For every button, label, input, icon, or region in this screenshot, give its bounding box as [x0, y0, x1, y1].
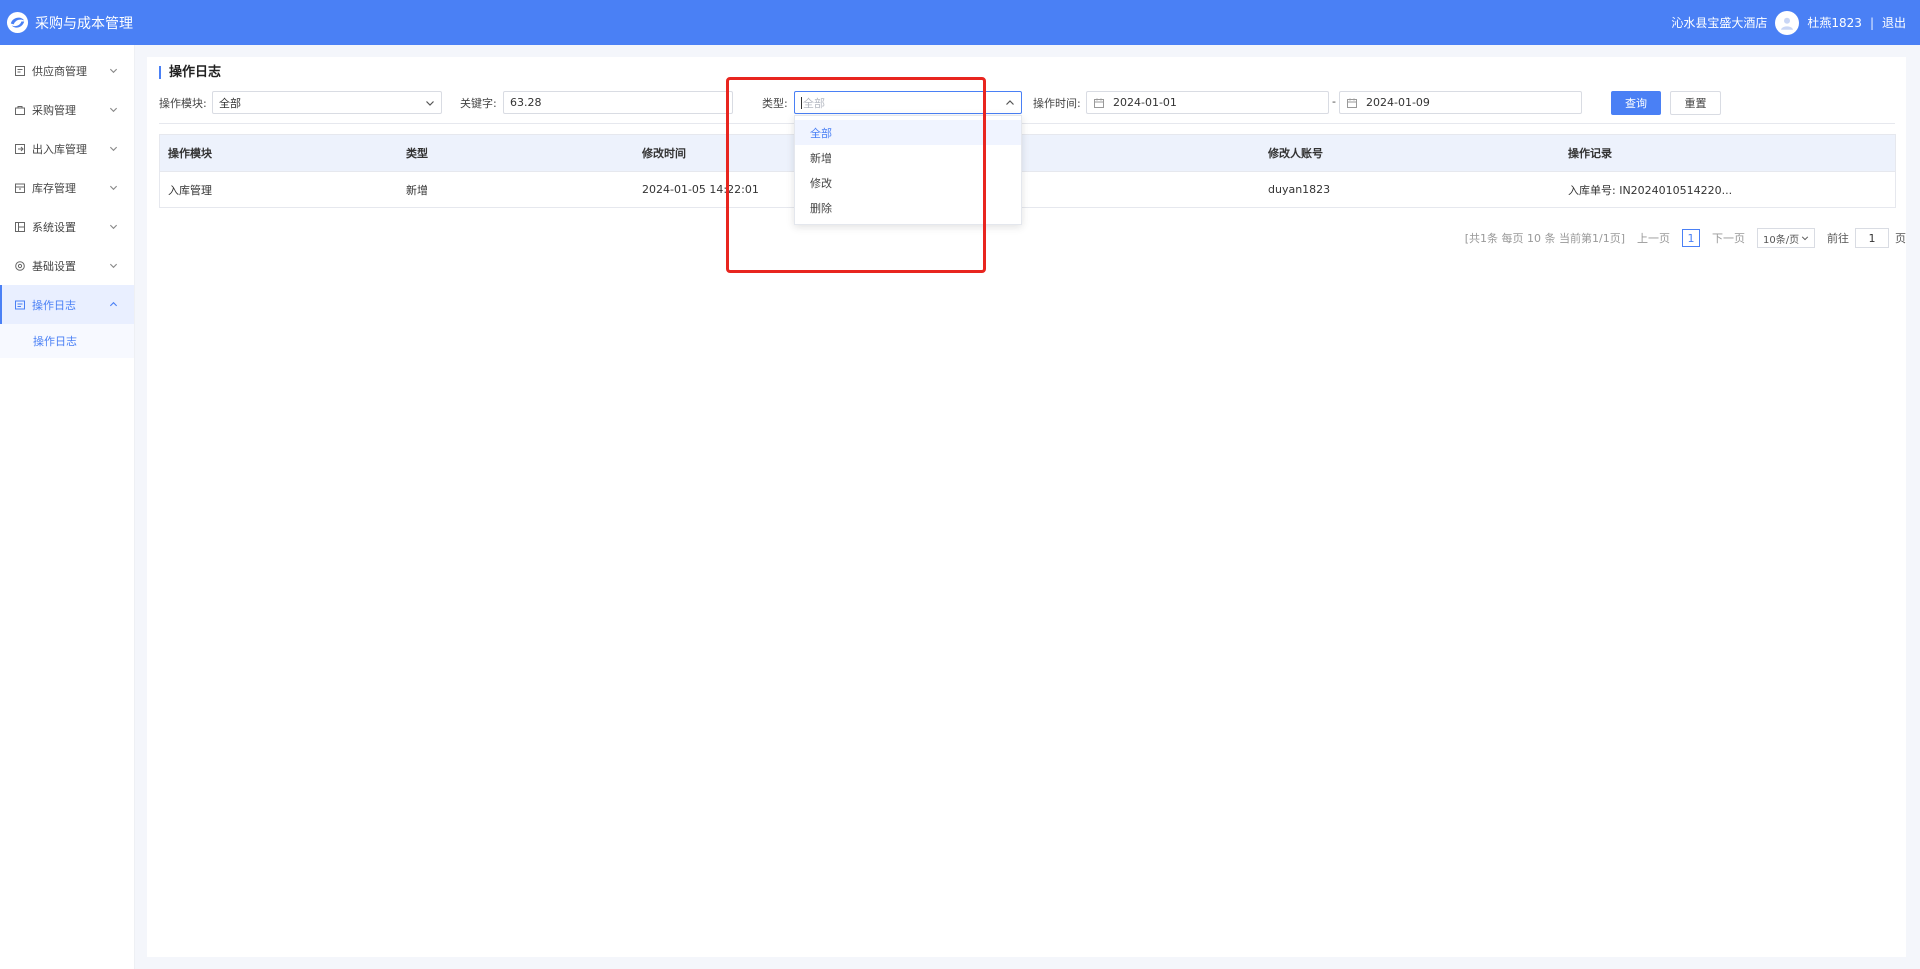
calendar-icon [1093, 97, 1105, 109]
column-header: 类型 [406, 147, 428, 160]
sidebar-item-system-settings[interactable]: 系统设置 [0, 207, 134, 246]
sidebar: 供应商管理 采购管理 出入库管理 库存管理 系统设置 基础设置 操作日志 操作日… [0, 45, 135, 969]
page-size-value: 10条/页 [1763, 234, 1800, 246]
column-header: 操作记录 [1568, 147, 1612, 160]
next-page-button[interactable]: 下一页 [1712, 230, 1745, 246]
app-logo-icon [6, 11, 29, 34]
org-name: 沁水县宝盛大酒店 [1671, 16, 1768, 30]
goto-page: 前往 1 页 [1827, 228, 1906, 248]
type-select[interactable]: 全部 [794, 91, 1022, 114]
reset-button[interactable]: 重置 [1670, 91, 1721, 115]
supplier-icon [14, 65, 26, 77]
brand: 采购与成本管理 [6, 11, 133, 34]
gear-icon [14, 260, 26, 272]
date-start-input[interactable]: 2024-01-01 [1086, 91, 1329, 114]
sidebar-item-label: 供应商管理 [32, 64, 87, 78]
top-header: 采购与成本管理 沁水县宝盛大酒店 杜燕1823 | 退出 [0, 0, 1920, 45]
chevron-up-icon [1005, 98, 1015, 108]
table-cell: 新增 [406, 183, 428, 197]
type-select-placeholder: 全部 [803, 96, 825, 110]
sidebar-item-operation-log[interactable]: 操作日志 [0, 285, 134, 324]
keyword-filter-label: 关键字: [460, 97, 497, 110]
column-header: 修改人账号 [1268, 147, 1323, 160]
logout-link[interactable]: 退出 [1882, 14, 1906, 31]
table-row[interactable]: 入库管理 新增 2024-01-05 14:22:01 3 duyan1823 … [160, 171, 1895, 207]
time-filter-label: 操作时间: [1033, 97, 1081, 110]
main-panel: 操作日志 操作模块: 全部 关键字: 63.28 类型: 全部 操作时间: 20… [147, 57, 1906, 957]
pagination-summary: [共1条 每页 10 条 当前第1/1页] [1464, 232, 1625, 245]
cart-icon [14, 104, 26, 116]
goto-page-input[interactable]: 1 [1855, 228, 1889, 248]
page-title: 操作日志 [159, 66, 221, 79]
sidebar-item-purchase[interactable]: 采购管理 [0, 90, 134, 129]
log-icon [14, 299, 26, 311]
date-start-value: 2024-01-01 [1113, 96, 1177, 109]
table-cell: 入库单号: IN2024010514220... [1568, 183, 1733, 197]
header-separator: | [1869, 15, 1874, 30]
chevron-down-icon [425, 98, 435, 108]
chevron-down-icon [109, 182, 118, 191]
sidebar-subitem-operation-log[interactable]: 操作日志 [0, 324, 134, 358]
sidebar-item-label: 操作日志 [32, 298, 76, 312]
calendar-icon [1346, 97, 1358, 109]
chevron-down-icon [109, 221, 118, 230]
prev-page-button[interactable]: 上一页 [1637, 230, 1670, 246]
settings-panel-icon [14, 221, 26, 233]
column-header: 操作模块 [168, 147, 212, 160]
user-name: 杜燕1823 [1807, 16, 1862, 30]
page-unit-label: 页 [1895, 232, 1906, 245]
query-button[interactable]: 查询 [1611, 91, 1661, 115]
keyword-input-value: 63.28 [510, 96, 542, 109]
chevron-down-icon [109, 143, 118, 152]
filter-divider [159, 123, 1895, 124]
sidebar-item-label: 基础设置 [32, 259, 76, 273]
goto-label: 前往 [1827, 232, 1849, 245]
type-option-add[interactable]: 新增 [795, 145, 1021, 170]
sidebar-item-label: 库存管理 [32, 181, 76, 195]
type-option-modify[interactable]: 修改 [795, 170, 1021, 195]
table-cell: duyan1823 [1268, 183, 1331, 196]
chevron-down-icon [109, 65, 118, 74]
pagination: [共1条 每页 10 条 当前第1/1页] 上一页 1 下一页 10条/页 前往… [1465, 228, 1906, 248]
app-title: 采购与成本管理 [35, 15, 133, 32]
user-area: 沁水县宝盛大酒店 杜燕1823 | 退出 [1671, 10, 1906, 35]
page-size-select[interactable]: 10条/页 [1757, 228, 1815, 248]
module-select[interactable]: 全部 [212, 91, 442, 114]
type-dropdown-menu: 全部 新增 修改 删除 [794, 115, 1022, 225]
date-end-value: 2024-01-09 [1366, 96, 1430, 109]
sidebar-item-label: 出入库管理 [32, 142, 87, 156]
type-option-all[interactable]: 全部 [795, 120, 1021, 145]
keyword-input[interactable]: 63.28 [503, 91, 733, 114]
sidebar-item-label: 采购管理 [32, 103, 76, 117]
sidebar-item-inout[interactable]: 出入库管理 [0, 129, 134, 168]
table-cell: 入库管理 [168, 183, 212, 197]
avatar[interactable] [1775, 10, 1800, 35]
page-number-button[interactable]: 1 [1682, 229, 1700, 247]
table-header: 操作模块 类型 修改时间 修改人账号 操作记录 [160, 135, 1895, 171]
inventory-icon [14, 182, 26, 194]
date-end-input[interactable]: 2024-01-09 [1339, 91, 1582, 114]
type-option-delete[interactable]: 删除 [795, 195, 1021, 220]
type-filter-label: 类型: [762, 97, 788, 110]
inout-icon [14, 143, 26, 155]
chevron-down-icon [1801, 234, 1809, 242]
sidebar-item-supplier[interactable]: 供应商管理 [0, 51, 134, 90]
sidebar-item-inventory[interactable]: 库存管理 [0, 168, 134, 207]
chevron-down-icon [109, 260, 118, 269]
module-select-value: 全部 [219, 96, 241, 110]
sidebar-item-label: 系统设置 [32, 220, 76, 234]
text-cursor [801, 96, 802, 109]
chevron-down-icon [109, 104, 118, 113]
date-range-separator: - [1332, 95, 1336, 108]
user-avatar-icon [1781, 17, 1794, 30]
module-filter-label: 操作模块: [159, 97, 207, 110]
chevron-up-icon [109, 299, 118, 308]
sidebar-item-basic-settings[interactable]: 基础设置 [0, 246, 134, 285]
log-table: 操作模块 类型 修改时间 修改人账号 操作记录 入库管理 新增 2024-01-… [159, 134, 1896, 208]
